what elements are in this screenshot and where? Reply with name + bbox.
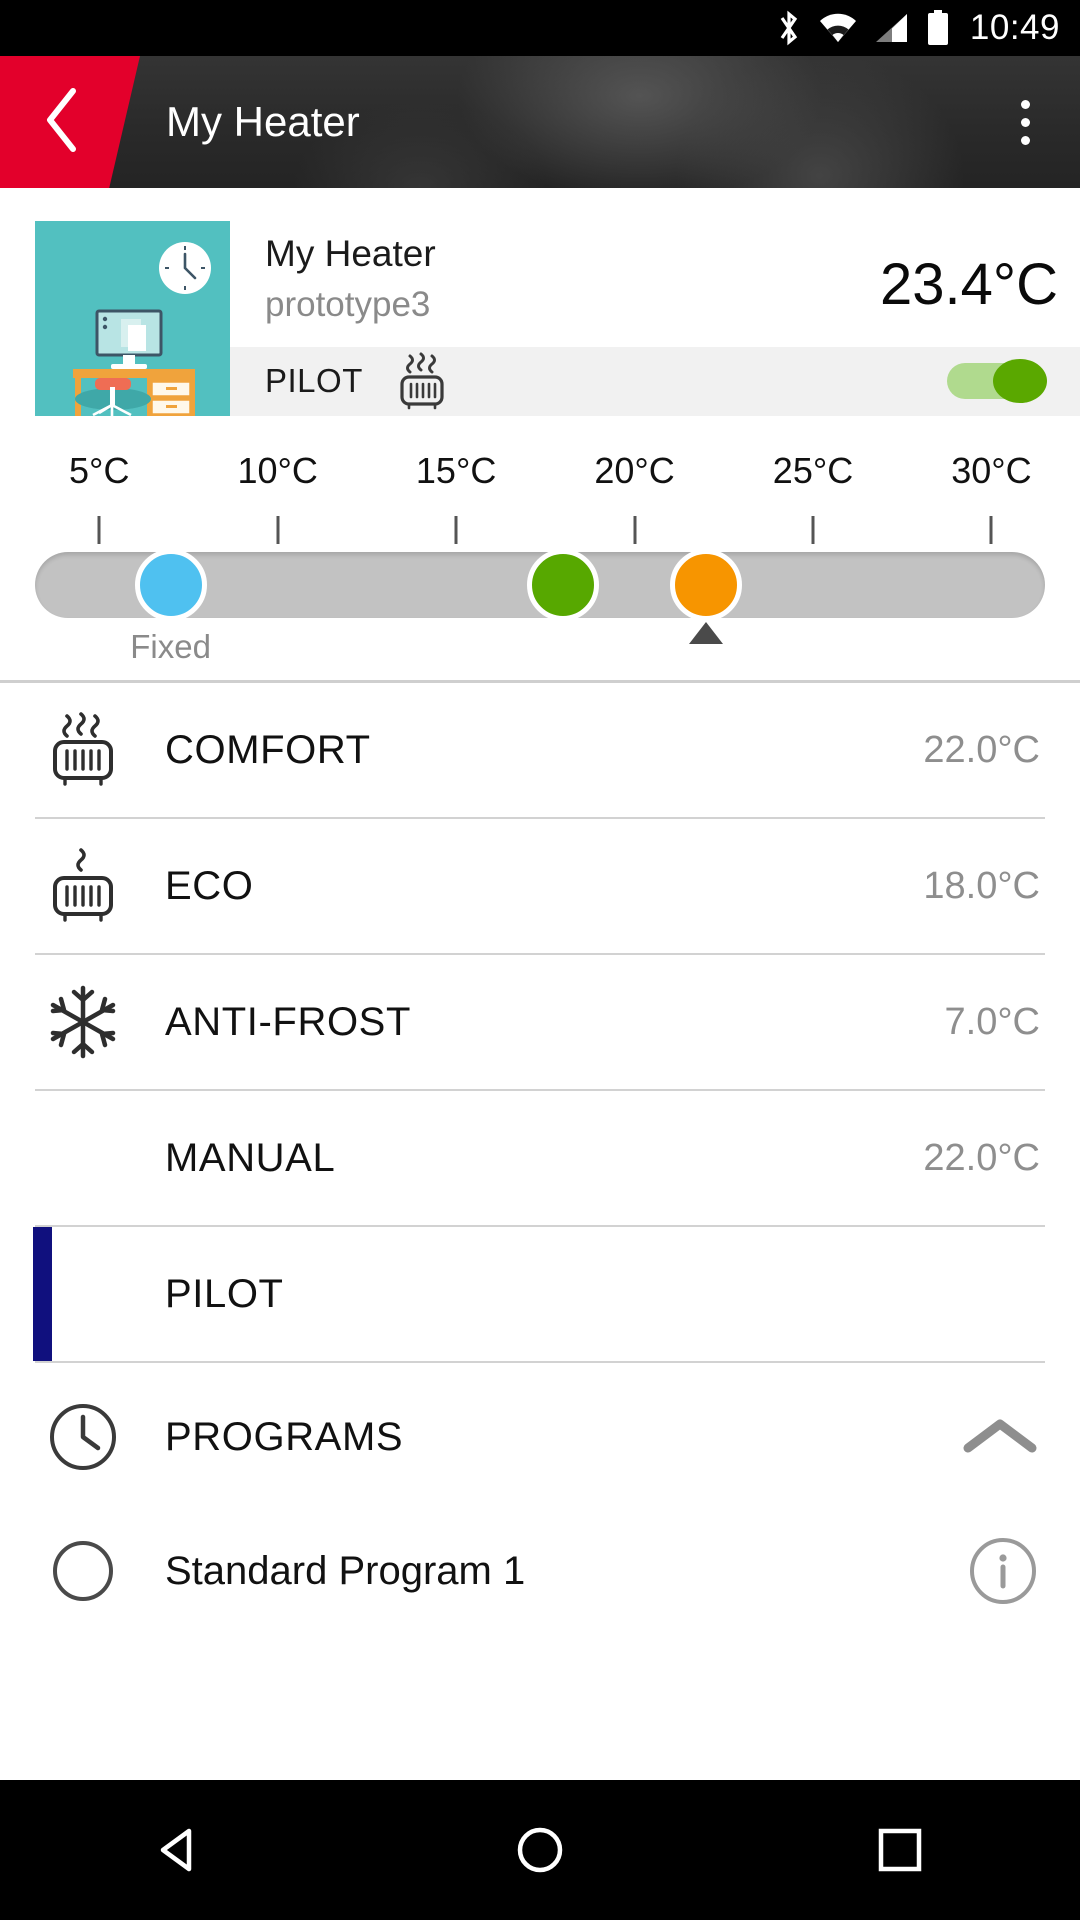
mode-row-eco[interactable]: ECO 18.0°C [0,819,1080,953]
mode-setpoint: 22.0°C [923,1136,1040,1179]
mode-row-manual[interactable]: MANUAL 22.0°C [0,1091,1080,1225]
mode-setpoint: 22.0°C [923,728,1040,771]
chevron-up-icon[interactable] [960,1412,1080,1462]
scale-tickmark [633,516,637,544]
bluetooth-icon [776,9,802,47]
fixed-label: Fixed [130,628,211,665]
scale-tickmarks [35,516,1045,548]
scale-label: 25°C [772,450,854,491]
scale-label: 5°C [69,450,130,491]
battery-icon [926,10,950,46]
overflow-menu-icon[interactable] [992,56,1058,188]
app-bar: My Heater [0,56,1080,188]
chevron-left-icon [47,85,86,160]
wifi-icon [818,12,858,44]
program-name: Standard Program 1 [165,1548,526,1593]
programs-section: PROGRAMS Standard Program 1 [0,1363,1080,1631]
mode-row-anti-frost[interactable]: ANTI-FROST 7.0°C [0,955,1080,1089]
app-bar-background-photo [0,56,1080,188]
room-illustration-thumbnail[interactable] [35,221,230,416]
nav-back-triangle-icon[interactable] [80,1780,280,1920]
snowflake-icon [0,980,165,1064]
nav-recents-square-icon[interactable] [800,1780,1000,1920]
cellular-signal-icon [874,12,910,44]
scale-label: 10°C [237,450,318,491]
scale-tickmark [811,516,815,544]
scale-label: 15°C [415,450,497,491]
comfort-marker[interactable] [669,549,742,621]
current-setpoint-caret-icon [688,622,723,644]
scale-tickmark [454,516,458,544]
device-name: My Heater [265,233,436,274]
scale-label: 30°C [951,450,1032,491]
mode-label: ECO [165,863,254,908]
mode-setpoint: 7.0°C [944,1000,1040,1043]
radiator-heat-icon [391,350,453,412]
temperature-slider-track[interactable] [35,549,1045,621]
program-list-item[interactable]: Standard Program 1 [0,1511,1080,1631]
page-title: My Heater [166,98,360,145]
nav-home-circle-icon[interactable] [440,1780,640,1920]
programs-header[interactable]: PROGRAMS [0,1363,1080,1511]
status-bar-clock: 10:49 [969,8,1060,47]
pilot-bar-label: PILOT [265,362,363,400]
scale-tickmark [989,516,993,544]
scale-label: 20°C [594,450,675,491]
mode-list: COMFORT 22.0°C ECO 18.0°C ANTI-FROST 7.0°C M… [0,683,1080,1363]
scale-tickmark [97,516,101,544]
device-subtitle: prototype3 [265,285,431,324]
pilot-toggle[interactable] [947,359,1047,404]
mode-label: COMFORT [165,727,371,772]
status-bar: 10:49 [0,0,1080,56]
clock-icon [0,1400,165,1474]
current-temperature: 23.4°C [880,252,1058,317]
mode-label: MANUAL [165,1135,336,1180]
toggle-knob [993,359,1047,404]
temperature-scale: 5°C 10°C 15°C 20°C 25°C 30°C Fixed [0,416,1080,683]
overflow-dot [1020,117,1030,127]
device-card: My Heater prototype3 23.4°C PILOT [0,188,1080,416]
info-icon[interactable] [966,1534,1080,1608]
mode-row-pilot[interactable]: PILOT [0,1227,1080,1361]
scale-labels: 5°C 10°C 15°C 20°C 25°C 30°C [35,450,1045,502]
pilot-mode-bar: PILOT [230,346,1080,416]
mode-setpoint: 18.0°C [923,864,1040,907]
radiator-heat-3-icon [0,708,165,792]
radio-unchecked-icon[interactable] [0,1538,165,1604]
overflow-dot [1020,99,1030,109]
anti-frost-marker[interactable] [134,549,207,621]
slider-annotations: Fixed [35,618,1045,665]
selected-indicator [33,1227,52,1361]
mode-row-comfort[interactable]: COMFORT 22.0°C [0,683,1080,817]
programs-label: PROGRAMS [165,1414,404,1459]
mode-label: PILOT [165,1271,284,1316]
radiator-heat-1-icon [0,844,165,928]
overflow-dot [1020,135,1030,145]
mode-label: ANTI-FROST [165,999,411,1044]
scale-tickmark [276,516,280,544]
android-navigation-bar [0,1780,1080,1920]
eco-marker[interactable] [527,549,600,621]
